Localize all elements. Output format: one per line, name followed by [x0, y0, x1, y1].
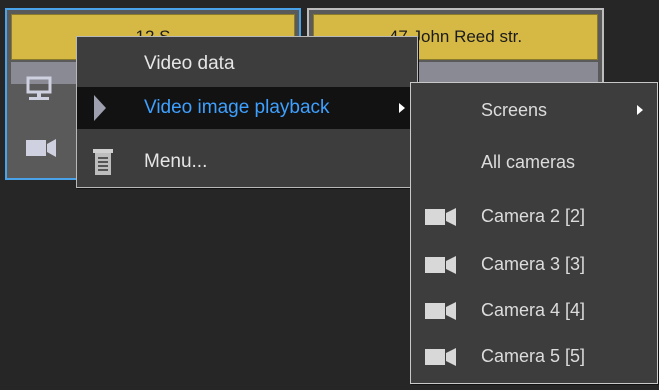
submenu-item-label: Camera 5 [5] [481, 346, 586, 366]
menu-item-video-data[interactable]: Video data [77, 43, 417, 85]
context-menu: Video data Video image playback Menu... [76, 36, 418, 188]
submenu-item-camera-5[interactable]: Camera 5 [5] [411, 333, 657, 379]
menu-item-label: Menu... [144, 151, 208, 172]
submenu-item-label: Camera 2 [2] [481, 206, 586, 226]
menu-item-label: Video image playback [144, 97, 330, 118]
submenu-item-label: Screens [481, 100, 548, 120]
submenu-item-camera-4[interactable]: Camera 4 [4] [411, 287, 657, 333]
submenu: Screens All cameras Camera 2 [2] Camera … [410, 82, 658, 384]
submenu-arrow-icon [399, 103, 405, 113]
submenu-arrow-icon [637, 105, 643, 115]
camera-icon [425, 302, 456, 320]
document-icon [93, 149, 113, 175]
network-icon [25, 76, 53, 109]
play-icon [94, 95, 106, 121]
submenu-item-all-cameras[interactable]: All cameras [411, 139, 657, 185]
submenu-item-label: Camera 3 [3] [481, 254, 586, 274]
submenu-item-label: Camera 4 [4] [481, 300, 586, 320]
submenu-item-camera-2[interactable]: Camera 2 [2] [411, 193, 657, 239]
menu-item-label: Video data [144, 53, 235, 74]
menu-item-video-image-playback[interactable]: Video image playback [77, 87, 417, 129]
camera-icon [425, 208, 456, 226]
submenu-item-screens[interactable]: Screens [411, 87, 657, 133]
submenu-item-label: All cameras [481, 152, 576, 172]
camera-icon [25, 138, 57, 163]
menu-item-menu[interactable]: Menu... [77, 141, 417, 183]
camera-icon [425, 348, 456, 366]
submenu-item-camera-3[interactable]: Camera 3 [3] [411, 241, 657, 287]
camera-icon [425, 256, 456, 274]
